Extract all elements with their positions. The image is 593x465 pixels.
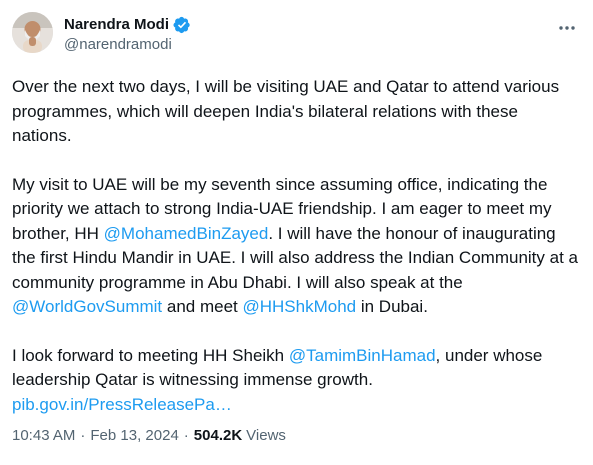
mention-mohamedbinzayed[interactable]: @MohamedBinZayed xyxy=(104,224,269,243)
tweet-date[interactable]: Feb 13, 2024 xyxy=(90,427,178,444)
text-segment: in Dubai. xyxy=(356,297,428,316)
mention-tamimbinhamad[interactable]: @TamimBinHamad xyxy=(289,346,436,365)
author-info: Narendra Modi @narendramodi xyxy=(64,14,191,53)
author-name-row: Narendra Modi xyxy=(64,14,191,35)
author-handle[interactable]: @narendramodi xyxy=(64,36,191,53)
views-count[interactable]: 504.2K xyxy=(194,427,242,444)
tweet-paragraph-1: Over the next two days, I will be visiti… xyxy=(12,77,560,145)
tweet-metadata: 10:43 AM · Feb 13, 2024 · 504.2K Views xyxy=(12,427,286,444)
more-options-icon[interactable] xyxy=(555,18,579,38)
avatar[interactable] xyxy=(12,12,53,53)
author-display-name[interactable]: Narendra Modi xyxy=(64,16,169,33)
verified-badge-icon[interactable] xyxy=(173,16,191,34)
mention-hhshkmohd[interactable]: @HHShkMohd xyxy=(242,297,356,316)
mention-worldgovsummit[interactable]: @WorldGovSummit xyxy=(12,297,162,316)
separator-dot: · xyxy=(80,427,86,444)
avatar-image xyxy=(12,12,53,53)
views-label: Views xyxy=(246,427,286,444)
text-segment: I look forward to meeting HH Sheikh xyxy=(12,345,289,365)
text-segment: and meet xyxy=(162,297,243,316)
tweet-time[interactable]: 10:43 AM xyxy=(12,427,75,444)
press-release-link[interactable]: pib.gov.in/PressReleasePa… xyxy=(12,395,232,414)
tweet-paragraph-2: My visit to UAE will be my seventh since… xyxy=(12,173,578,320)
tweet-paragraph-3: I look forward to meeting HH Sheikh @Tam… xyxy=(12,344,578,418)
separator-dot: · xyxy=(183,427,189,444)
tweet-card: Narendra Modi @narendramodi Over the nex… xyxy=(0,0,593,465)
tweet-text: Over the next two days, I will be visiti… xyxy=(12,75,578,441)
